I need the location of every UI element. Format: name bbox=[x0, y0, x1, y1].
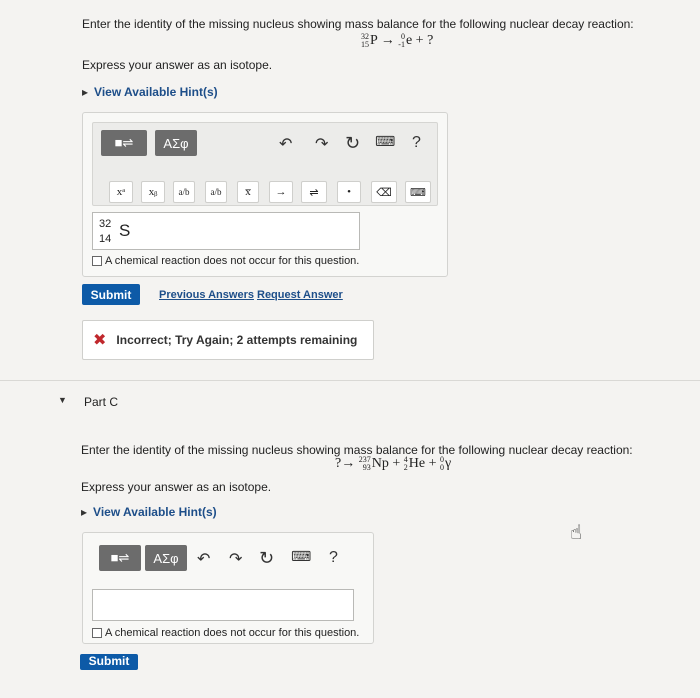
superscript-button[interactable]: xᵃ bbox=[109, 181, 133, 203]
redo-icon[interactable]: ↷ bbox=[229, 549, 242, 569]
dot-button[interactable]: • bbox=[337, 181, 361, 203]
mixed-fraction-button[interactable]: a/b bbox=[205, 181, 227, 203]
reaction-equation-b: 32 15 P → 0 -1 e + ? bbox=[361, 32, 434, 49]
greek-symbols-button-c[interactable]: AΣφ bbox=[145, 545, 187, 571]
reaction-arrow-button[interactable]: → bbox=[269, 181, 293, 203]
answer-nuclide: 32 14 bbox=[99, 218, 112, 245]
answer-panel-c: ■⇌ AΣφ ↶ ↷ ↻ ⌨ ? A chemical reaction doe… bbox=[82, 532, 374, 644]
answer-symbol: S bbox=[119, 221, 131, 240]
no-reaction-label-b: A chemical reaction does not occur for t… bbox=[105, 255, 360, 267]
keyboard-toggle-icon[interactable]: ⌨ bbox=[405, 181, 431, 203]
nuclide-gamma: 00 bbox=[439, 455, 444, 472]
no-reaction-checkbox-c[interactable] bbox=[92, 628, 102, 638]
no-reaction-label-c: A chemical reaction does not occur for t… bbox=[105, 627, 360, 639]
greek-symbols-button-b[interactable]: AΣφ bbox=[155, 130, 197, 156]
answer-input-c[interactable] bbox=[92, 589, 354, 621]
incorrect-x-icon: ✖ bbox=[93, 332, 107, 349]
template-icon: ■⇌ bbox=[110, 550, 130, 565]
keyboard-icon[interactable]: ⌨ bbox=[291, 548, 311, 565]
templates-button-b[interactable]: ■⇌ bbox=[101, 130, 147, 156]
express-instruction-b: Express your answer as an isotope. bbox=[82, 58, 273, 72]
nuclide-np237: 237 93 bbox=[358, 455, 371, 472]
section-divider bbox=[0, 380, 700, 381]
hand-cursor-icon: ☝ bbox=[570, 522, 583, 544]
view-hints-link-b[interactable]: View Available Hint(s) bbox=[82, 85, 218, 99]
fraction-button[interactable]: a/b bbox=[173, 181, 195, 203]
reset-icon[interactable]: ↻ bbox=[259, 548, 274, 569]
incorrect-feedback: ✖ Incorrect; Try Again; 2 attempts remai… bbox=[82, 320, 374, 360]
question-text-b: Enter the identity of the missing nucleu… bbox=[82, 17, 634, 31]
undo-icon[interactable]: ↶ bbox=[197, 549, 210, 569]
equilibrium-arrow-button[interactable]: ⇌ bbox=[301, 181, 327, 203]
answer-panel-b: ■⇌ AΣφ ↶ ↷ ↻ ⌨ ? xᵃ xᵦ a/b a/b x̅ → ⇌ • … bbox=[82, 112, 448, 277]
templates-button-c[interactable]: ■⇌ bbox=[99, 545, 141, 571]
math-toolbar-b: ■⇌ AΣφ ↶ ↷ ↻ ⌨ ? xᵃ xᵦ a/b a/b x̅ → ⇌ • … bbox=[92, 122, 438, 206]
submit-button-b[interactable]: Submit bbox=[82, 284, 140, 305]
overline-button[interactable]: x̅ bbox=[237, 181, 259, 203]
nuclide-electron: 0 -1 bbox=[398, 32, 405, 49]
reset-icon[interactable]: ↻ bbox=[345, 133, 360, 154]
answer-input-b[interactable]: 32 14 S bbox=[92, 212, 360, 250]
express-instruction-c: Express your answer as an isotope. bbox=[81, 480, 272, 494]
subscript-button[interactable]: xᵦ bbox=[141, 181, 165, 203]
feedback-message: Incorrect; Try Again; 2 attempts remaini… bbox=[116, 333, 358, 347]
undo-icon[interactable]: ↶ bbox=[279, 134, 292, 154]
submit-button-c[interactable]: Submit bbox=[80, 654, 138, 670]
keyboard-icon[interactable]: ⌨ bbox=[375, 133, 395, 150]
help-icon[interactable]: ? bbox=[329, 549, 338, 567]
collapse-chevron-icon[interactable]: ▼ bbox=[58, 395, 67, 405]
previous-answers-link[interactable]: Previous Answers bbox=[159, 289, 254, 301]
question-text-c: Enter the identity of the missing nucleu… bbox=[81, 443, 633, 457]
nuclide-he4: 42 bbox=[403, 455, 408, 472]
request-answer-link[interactable]: Request Answer bbox=[257, 289, 343, 301]
reaction-equation-c: ?→ 237 93 Np + 4 2 He + 00γ bbox=[335, 455, 452, 472]
part-c-title: Part C bbox=[84, 395, 119, 409]
redo-icon[interactable]: ↷ bbox=[315, 134, 328, 154]
template-icon: ■⇌ bbox=[114, 135, 134, 150]
help-icon[interactable]: ? bbox=[412, 134, 421, 152]
nuclide-p32: 32 15 bbox=[361, 32, 369, 49]
view-hints-link-c[interactable]: View Available Hint(s) bbox=[81, 505, 217, 519]
backspace-icon[interactable]: ⌫ bbox=[371, 181, 397, 203]
no-reaction-checkbox-b[interactable] bbox=[92, 256, 102, 266]
